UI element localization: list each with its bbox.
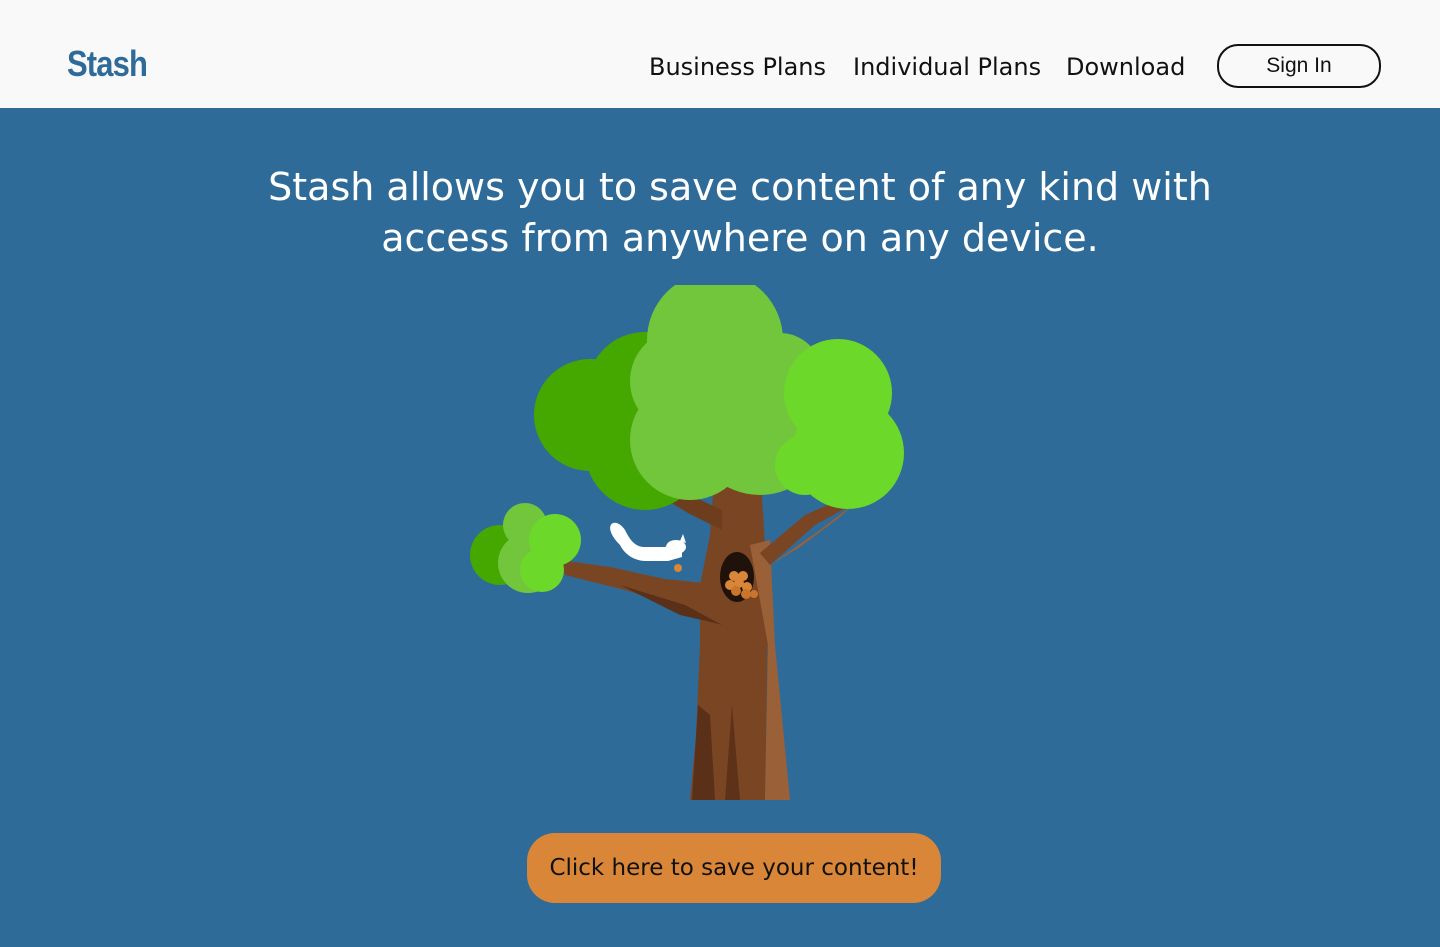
nav-business-plans[interactable]: Business Plans [649, 50, 826, 84]
logo[interactable]: Stash [67, 40, 148, 88]
tree-icon [470, 285, 904, 800]
save-content-button[interactable]: Click here to save your content! [527, 833, 941, 903]
sign-in-button[interactable]: Sign In [1217, 44, 1381, 88]
nav-individual-plans[interactable]: Individual Plans [853, 50, 1041, 84]
squirrel-icon [610, 522, 686, 572]
site-header: Stash Business Plans Individual Plans Do… [0, 0, 1440, 108]
hero-headline: Stash allows you to save content of any … [268, 165, 1212, 260]
tree-illustration [470, 285, 904, 800]
nav-download[interactable]: Download [1066, 50, 1185, 84]
